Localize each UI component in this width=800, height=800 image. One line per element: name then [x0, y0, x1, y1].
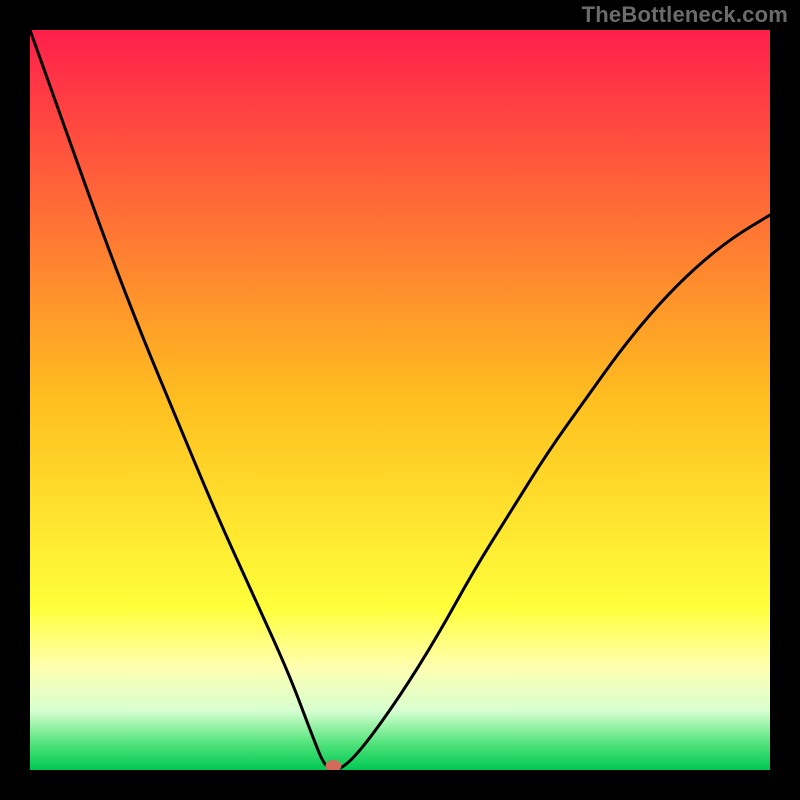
plot-area: [30, 30, 770, 770]
plot-svg: [30, 30, 770, 770]
plot-background: [30, 30, 770, 770]
chart-frame: TheBottleneck.com: [0, 0, 800, 800]
watermark-text: TheBottleneck.com: [582, 2, 788, 28]
